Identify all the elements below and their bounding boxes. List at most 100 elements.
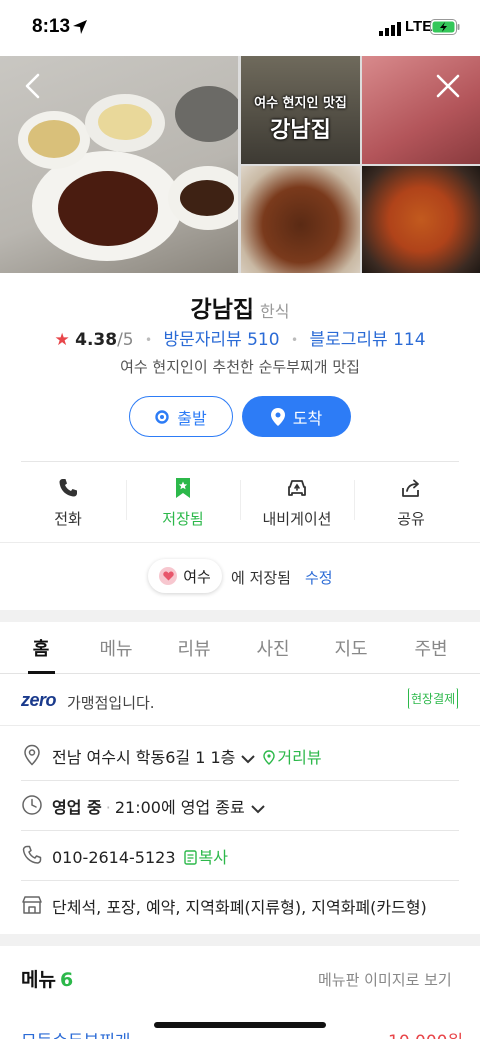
- section-gap: [0, 610, 480, 622]
- menu-heading: 메뉴 6: [21, 965, 73, 992]
- menu-image-link[interactable]: 메뉴판 이미지로 보기: [318, 969, 452, 990]
- phone-icon: [59, 479, 77, 497]
- share-label: 공유: [397, 510, 425, 528]
- rating-row: ★ 4.38/5 • 방문자리뷰 510 • 블로그리뷰 114: [0, 325, 480, 350]
- amenities-text: 단체석, 포장, 예약, 지역화폐(지류형), 지역화폐(카드형): [52, 898, 427, 917]
- saved-text: 에 저장됨: [231, 569, 291, 587]
- heart-icon: [159, 567, 178, 585]
- status-time: 8:13: [32, 16, 71, 37]
- navigation-label: 내비게이션: [262, 510, 332, 528]
- photo-thumbnail-1[interactable]: 여수 현지인 맛집 강남집: [241, 56, 360, 164]
- start-point-icon: [155, 409, 169, 424]
- photo-thumbnail-3[interactable]: [241, 166, 360, 273]
- location-pin-icon: [24, 744, 40, 766]
- store-category: 한식: [260, 302, 290, 321]
- address-row[interactable]: 전남 여수시 학동6길 1 1층 거리뷰: [21, 730, 459, 780]
- phone-icon: [22, 845, 42, 864]
- tab-reviews[interactable]: 리뷰: [155, 635, 233, 661]
- phone-text: 010-2614-5123 복사: [52, 844, 228, 868]
- call-action[interactable]: 전화: [11, 474, 125, 530]
- address-text: 전남 여수시 학동6길 1 1층 거리뷰: [52, 744, 322, 768]
- start-button[interactable]: 출발: [129, 396, 233, 437]
- tab-photos[interactable]: 사진: [234, 635, 312, 661]
- street-view-link[interactable]: 거리뷰: [263, 748, 322, 767]
- photo-gallery[interactable]: 여수 현지인 맛집 강남집: [0, 56, 480, 273]
- store-description: 여수 현지인이 추천한 순두부찌개 맛집: [120, 358, 360, 376]
- arrive-label: 도착: [292, 408, 323, 428]
- saved-label: 저장됨: [162, 510, 204, 528]
- phone-number[interactable]: 010-2614-5123: [52, 848, 176, 867]
- battery-icon: [430, 19, 460, 35]
- signal-icon: [379, 22, 401, 36]
- share-icon: [402, 479, 419, 497]
- hours-row[interactable]: 영업 중 · 21:00에 영업 종료: [21, 780, 459, 830]
- photo-overlay-title: 강남집: [270, 118, 331, 143]
- back-icon[interactable]: [20, 72, 48, 100]
- status-bar: 8:13 LTE: [0, 0, 480, 56]
- chevron-down-icon[interactable]: [241, 754, 256, 764]
- visitor-review-link[interactable]: 방문자리뷰 510: [164, 330, 280, 350]
- menu-item-price: 10,000원: [388, 1027, 463, 1039]
- tab-bar: 홈 메뉴 리뷰 사진 지도 주변: [0, 622, 480, 674]
- store-name: 강남집: [190, 297, 255, 323]
- separator-dot: •: [145, 333, 153, 347]
- rating-max: /5: [117, 330, 134, 350]
- tab-nearby[interactable]: 주변: [392, 635, 470, 661]
- zero-pay-row: zero 가맹점입니다. 현장결제: [0, 676, 480, 726]
- section-gap: [0, 934, 480, 946]
- menu-item-name[interactable]: 모듬순두부찌개: [21, 1027, 130, 1039]
- blog-review-link[interactable]: 블로그리뷰 114: [309, 330, 425, 350]
- rating-value: 4.38: [75, 330, 118, 350]
- copy-icon: [183, 850, 197, 865]
- separator-dot: •: [290, 333, 299, 347]
- tab-menu[interactable]: 메뉴: [77, 635, 155, 661]
- active-tab-indicator: [28, 671, 55, 674]
- share-action[interactable]: 공유: [354, 474, 468, 530]
- store-title-row: 강남집 한식: [0, 290, 480, 324]
- copy-button[interactable]: 복사: [183, 848, 228, 867]
- navigation-action[interactable]: 내비게이션: [240, 474, 354, 530]
- onsite-payment-badge: 현장결제: [408, 688, 459, 709]
- start-label: 출발: [177, 408, 207, 428]
- action-bar: 전화 저장됨 내비게이션 공유: [0, 474, 480, 530]
- chevron-down-icon[interactable]: [251, 804, 265, 814]
- menu-title: 메뉴: [21, 969, 56, 991]
- street-view-label: 거리뷰: [277, 748, 322, 767]
- divider: [21, 461, 459, 462]
- hours-text: 영업 중 · 21:00에 영업 종료: [52, 794, 265, 818]
- menu-count: 6: [59, 969, 74, 991]
- zero-pay-logo: zero: [21, 690, 57, 710]
- close-icon[interactable]: [434, 72, 462, 100]
- star-icon: ★: [54, 330, 70, 350]
- amenities-row: 단체석, 포장, 예약, 지역화폐(지류형), 지역화폐(카드형): [21, 880, 459, 930]
- street-view-pin-icon: [263, 750, 276, 765]
- address-value: 전남 여수시 학동6길 1 1층: [52, 748, 236, 767]
- divider: [0, 542, 480, 543]
- store-icon: [22, 896, 42, 914]
- saved-folder-name: 여수: [183, 567, 211, 586]
- saved-folder-row: 여수 에 저장됨 수정: [0, 556, 480, 596]
- arrive-button[interactable]: 도착: [242, 396, 351, 437]
- saved-action[interactable]: 저장됨: [126, 474, 240, 530]
- tab-map[interactable]: 지도: [312, 635, 390, 661]
- bookmark-icon: [176, 478, 190, 498]
- edit-saved-link[interactable]: 수정: [305, 567, 333, 588]
- car-icon: [288, 480, 306, 496]
- zero-pay-text: 가맹점입니다.: [67, 694, 155, 712]
- separator-dot: ·: [105, 798, 111, 817]
- pin-icon: [270, 407, 285, 426]
- clock-icon: [22, 795, 42, 815]
- network-label: LTE: [405, 18, 433, 35]
- photo-thumbnail-2[interactable]: [362, 56, 480, 164]
- photo-thumbnail-4[interactable]: [362, 166, 480, 273]
- photo-overlay-subtitle: 여수 현지인 맛집: [254, 96, 347, 111]
- call-label: 전화: [54, 510, 82, 528]
- open-status: 영업 중: [52, 798, 102, 817]
- saved-folder-chip[interactable]: 여수: [148, 559, 222, 593]
- phone-row[interactable]: 010-2614-5123 복사: [21, 830, 459, 880]
- copy-label: 복사: [198, 848, 228, 867]
- closing-time: 21:00에 영업 종료: [114, 798, 245, 817]
- home-indicator[interactable]: [154, 1022, 326, 1028]
- location-arrow-icon: [73, 20, 87, 34]
- tab-home[interactable]: 홈: [2, 635, 80, 661]
